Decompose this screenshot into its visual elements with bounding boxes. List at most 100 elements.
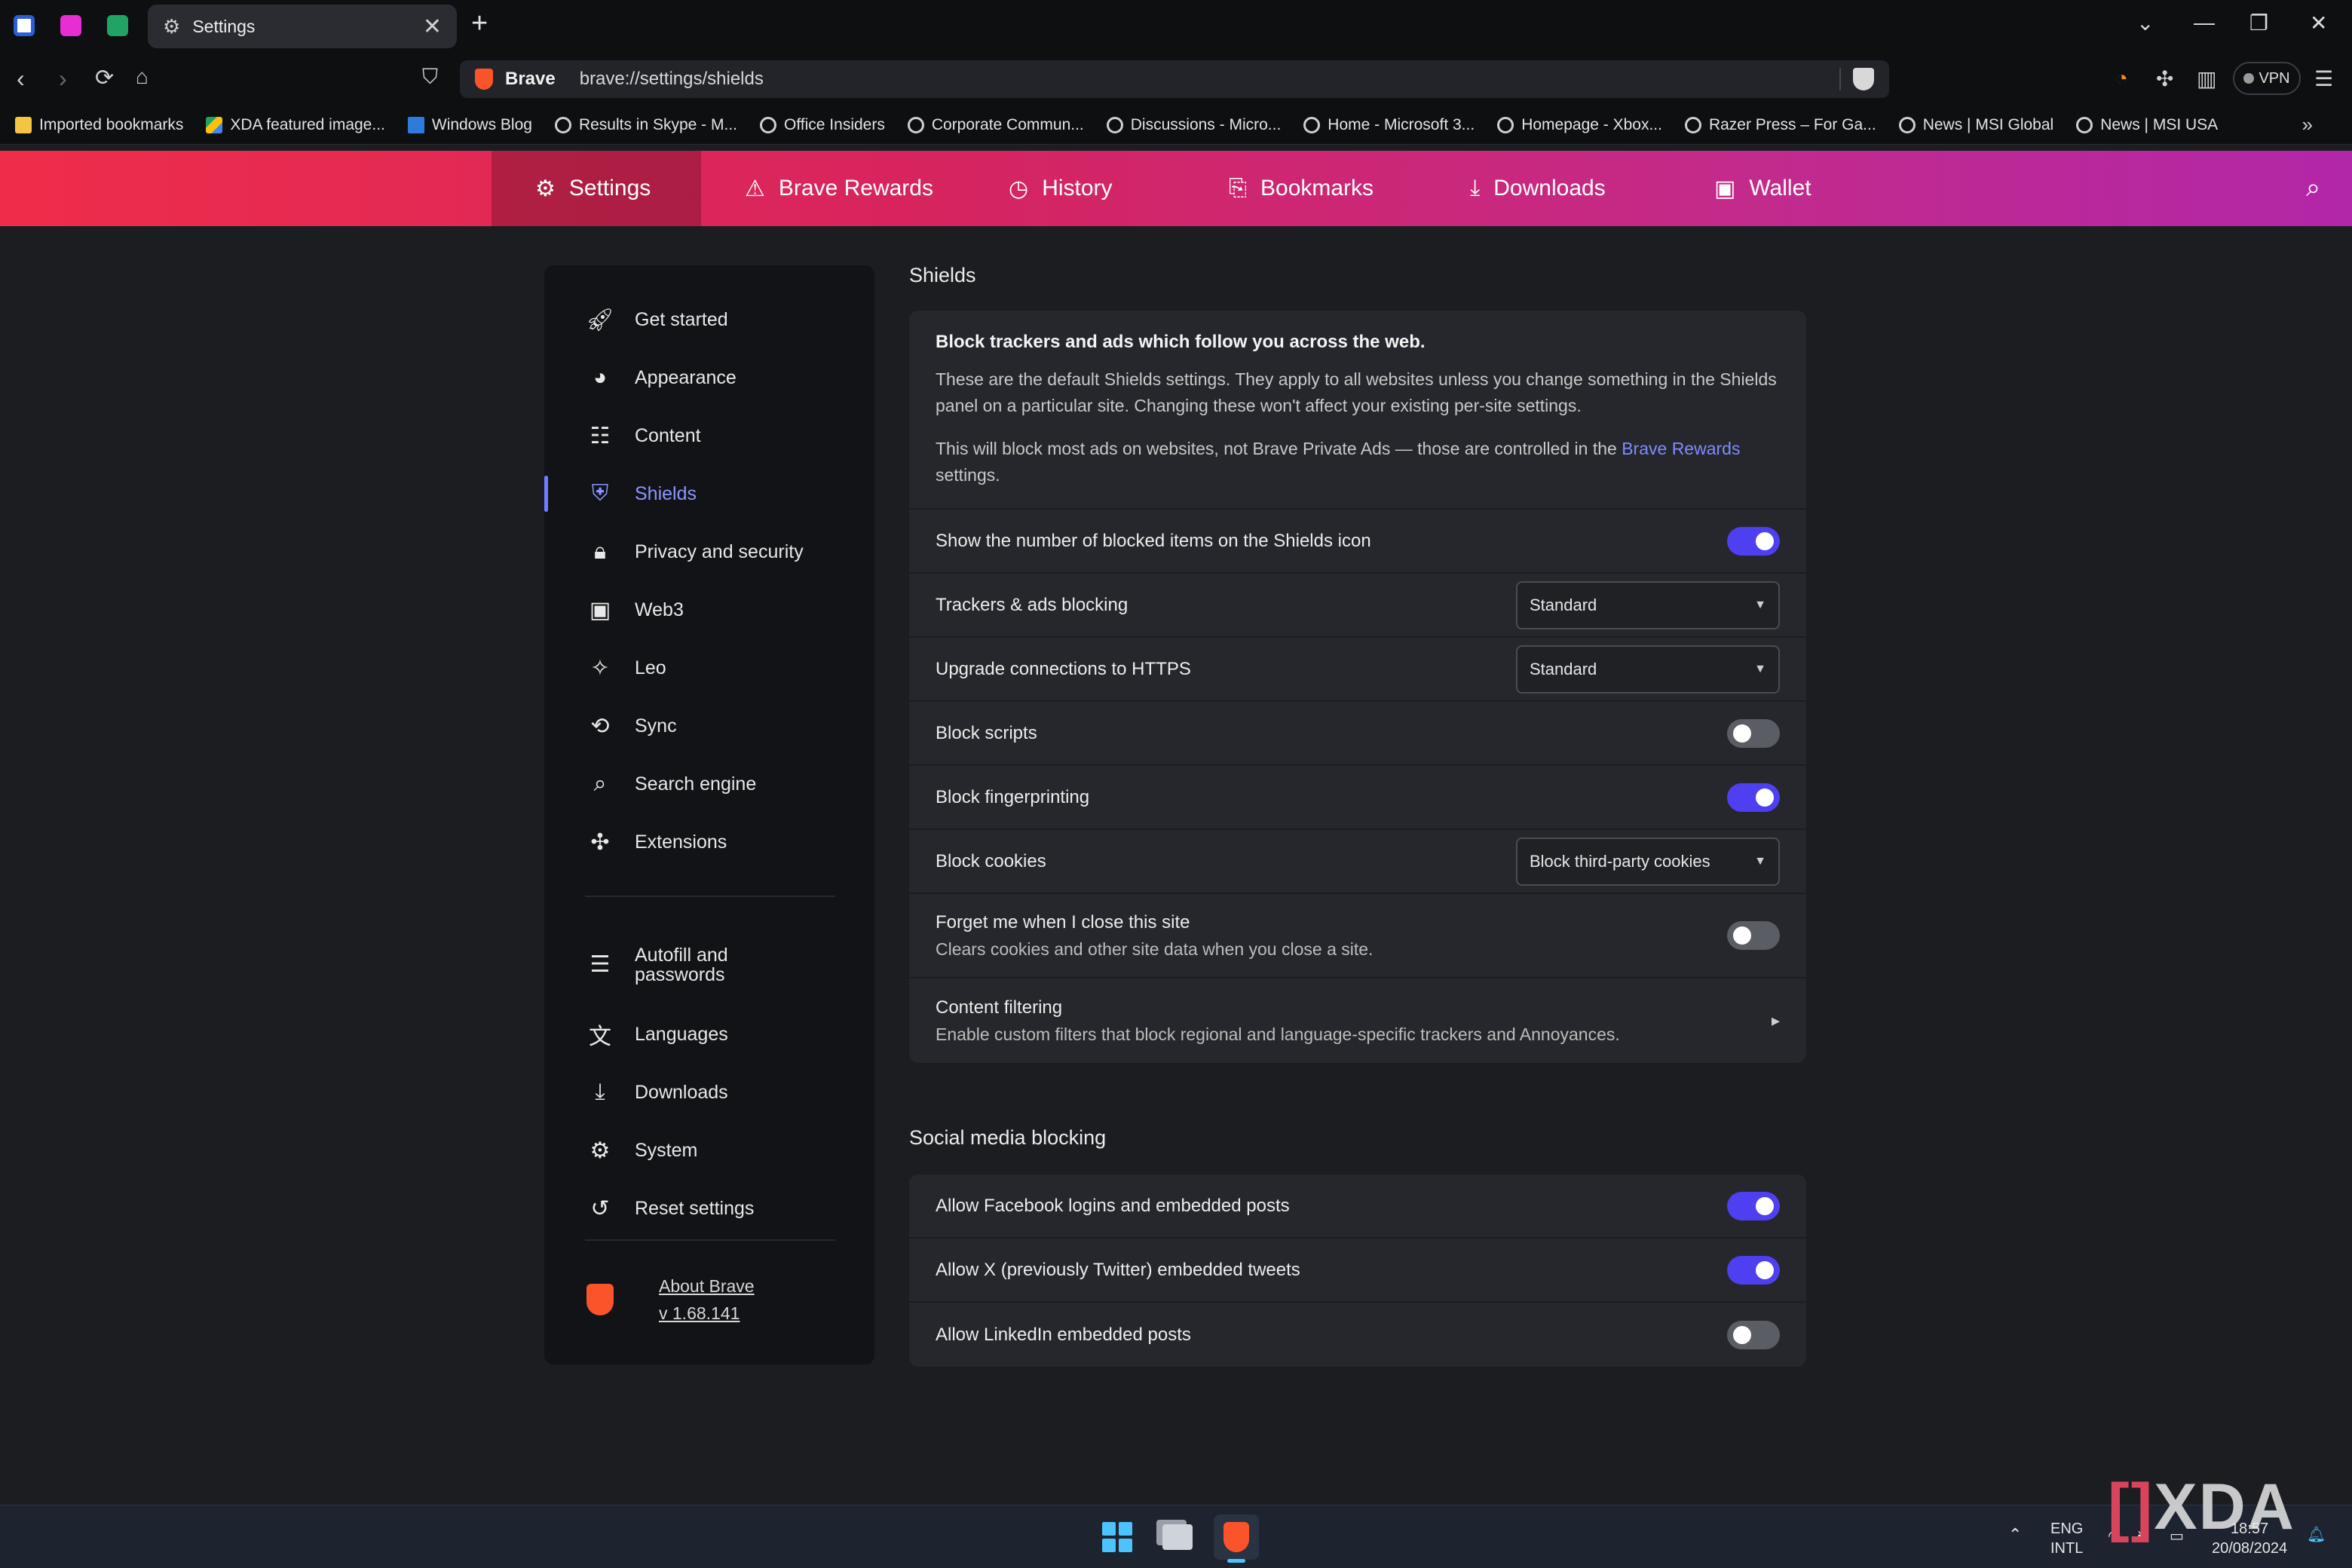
sidebar-item-downloads[interactable]: ⤓ Downloads [544, 1068, 874, 1116]
pinned-tab-todo[interactable] [8, 9, 41, 42]
sidebar-item-get-started[interactable]: 🚀︎ Get started [544, 296, 874, 344]
wallet-icon: ▣ [1714, 176, 1736, 201]
tab-settings[interactable]: ⚙ Settings ✕ [148, 5, 457, 48]
x-twitter-toggle[interactable] [1727, 1255, 1780, 1285]
new-tab-button[interactable]: + [471, 8, 488, 40]
bookmark-icon[interactable]: ⛉ [422, 65, 438, 90]
row-content-filtering[interactable]: Content filtering Enable custom filters … [909, 978, 1806, 1063]
trackers-select[interactable]: Standard ▼ [1516, 580, 1780, 629]
extensions-icon[interactable]: ✣ [2156, 66, 2173, 91]
sidebar-item-search-engine[interactable]: ⌕ Search engine [544, 760, 874, 808]
search-icon: ⌕ [593, 771, 607, 796]
sidebar-item-content[interactable]: ☷ Content [544, 412, 874, 460]
sidebar-item-privacy[interactable]: 🔒︎ Privacy and security [544, 528, 874, 576]
row-block-cookies: Block cookies Block third-party cookies ▼ [909, 830, 1806, 894]
appbar-wallet[interactable]: ▣ Wallet [1693, 151, 1833, 226]
show-count-toggle[interactable] [1727, 526, 1780, 556]
sidebar-item-languages[interactable]: 文 Languages [544, 1010, 874, 1058]
sidebar-item-reset[interactable]: ↺ Reset settings [544, 1184, 874, 1233]
https-select[interactable]: Standard ▼ [1516, 645, 1780, 694]
row-linkedin: Allow LinkedIn embedded posts [909, 1303, 1806, 1367]
bookmark-item[interactable]: Discussions - Micro... [1106, 116, 1281, 134]
rss-icon[interactable]: ◔ [2115, 66, 2128, 90]
chevron-right-icon: ▸ [1771, 1011, 1780, 1030]
tray-overflow-icon[interactable]: ⌃ [2008, 1525, 2022, 1545]
sidebar-item-sync[interactable]: ⟲ Sync [544, 702, 874, 750]
tab-search-chevron-icon[interactable]: ⌄ [2136, 11, 2154, 35]
brave-rewards-link[interactable]: Brave Rewards [1622, 439, 1740, 458]
linkedin-toggle[interactable] [1727, 1320, 1780, 1349]
sidebar-item-shields[interactable]: ⛨ Shields [544, 470, 874, 518]
row-trackers-blocking: Trackers & ads blocking Standard ▼ [909, 574, 1806, 638]
sidebar-item-extensions[interactable]: ✣ Extensions [544, 818, 874, 866]
bookmark-item[interactable]: Homepage - Xbox... [1497, 116, 1662, 134]
appbar-bookmarks[interactable]: ⎘ Bookmarks [1208, 151, 1395, 226]
task-view-icon [1162, 1524, 1193, 1550]
sparkle-star-icon: ✧ [590, 655, 610, 681]
sidebar-item-system[interactable]: ⚙ System [544, 1126, 874, 1174]
bookmark-item[interactable]: Results in Skype - M... [554, 116, 737, 134]
forget-me-toggle[interactable] [1727, 921, 1780, 950]
bookmark-item[interactable]: XDA featured image... [206, 116, 385, 134]
start-button[interactable] [1095, 1514, 1140, 1560]
about-brave-link[interactable]: About Brave [659, 1272, 755, 1300]
bookmark-item[interactable]: Office Insiders [760, 116, 885, 134]
search-icon[interactable]: ⌕ [2306, 173, 2320, 203]
language-indicator[interactable]: ENG INTL [2050, 1519, 2083, 1558]
appbar-brave-rewards[interactable]: ⚠ Brave Rewards [701, 151, 974, 226]
globe-icon [1898, 116, 1916, 133]
more-bookmarks-icon[interactable]: » [2302, 113, 2313, 136]
back-button[interactable]: ‹ [17, 65, 25, 93]
bookmark-item[interactable]: Corporate Commun... [907, 116, 1084, 134]
block-scripts-toggle[interactable] [1727, 718, 1780, 748]
minimize-button[interactable]: — [2194, 11, 2215, 35]
todo-icon [14, 15, 35, 36]
sidebar-item-leo[interactable]: ✧ Leo [544, 644, 874, 692]
bookmark-item[interactable]: Home - Microsoft 3... [1303, 116, 1475, 134]
facebook-toggle[interactable] [1727, 1191, 1780, 1220]
gear-icon: ⚙ [590, 1138, 611, 1163]
sync-icon: ⟲ [590, 713, 610, 739]
address-brand: Brave [505, 69, 556, 89]
task-view-button[interactable] [1155, 1514, 1200, 1560]
bookmark-item[interactable]: Razer Press – For Ga... [1684, 116, 1876, 134]
appbar-history[interactable]: ◷ History [988, 151, 1134, 226]
about-brave[interactable]: About Brave v 1.68.141 [586, 1272, 755, 1327]
window-close-button[interactable]: ✕ [2310, 11, 2327, 35]
puzzle-icon: ✣ [590, 829, 610, 855]
sidebar-toggle-icon[interactable]: ▥ [2197, 66, 2216, 91]
pinned-tab-app[interactable] [54, 9, 87, 42]
appbar-settings[interactable]: ⚙ Settings [492, 151, 701, 226]
restore-button[interactable]: ❐ [2249, 11, 2268, 35]
address-bar[interactable]: Brave brave://settings/shields [460, 60, 1889, 98]
block-fingerprinting-toggle[interactable] [1727, 782, 1780, 812]
home-button[interactable]: ⌂ [136, 65, 149, 89]
toggle-knob [1756, 531, 1774, 550]
cookies-select[interactable]: Block third-party cookies ▼ [1516, 837, 1780, 886]
bookmark-item[interactable]: Imported bookmarks [15, 116, 183, 134]
caret-down-icon: ▼ [1754, 598, 1766, 611]
taskbar-brave[interactable] [1214, 1514, 1259, 1563]
reload-button[interactable]: ⟳ [95, 65, 114, 91]
forward-button[interactable]: › [59, 65, 67, 93]
brave-lion-icon [586, 1284, 614, 1315]
notification-bell-icon[interactable]: 🔔︎ [2307, 1525, 2326, 1545]
bookmark-item[interactable]: News | MSI Global [1898, 116, 2053, 134]
brave-shields-icon[interactable] [1853, 68, 1874, 90]
bookmark-item[interactable]: Windows Blog [407, 116, 532, 134]
tab-close-button[interactable]: ✕ [423, 14, 442, 40]
row-show-blocked-count: Show the number of blocked items on the … [909, 510, 1806, 574]
version-link[interactable]: v 1.68.141 [659, 1300, 755, 1327]
sheets-icon [107, 15, 128, 36]
sidebar-item-autofill[interactable]: ☰ Autofill and passwords [544, 933, 874, 997]
vpn-button[interactable]: VPN [2233, 62, 2301, 95]
appbar-downloads[interactable]: ⤓ Downloads [1449, 151, 1627, 226]
sidebar-item-web3[interactable]: ▣ Web3 [544, 586, 874, 634]
menu-icon[interactable]: ☰ [2314, 66, 2333, 91]
address-url[interactable]: brave://settings/shields [580, 69, 1827, 90]
xda-watermark: []XDA [2108, 1471, 2295, 1543]
bookmark-item[interactable]: News | MSI USA [2076, 116, 2218, 134]
windows-taskbar: ⌃ ENG INTL ◠ 🔇︎ ▭ 18:57 20/08/2024 🔔︎ [0, 1505, 2352, 1568]
sidebar-item-appearance[interactable]: ◕ Appearance [544, 354, 874, 402]
pinned-tab-sheets[interactable] [101, 9, 134, 42]
